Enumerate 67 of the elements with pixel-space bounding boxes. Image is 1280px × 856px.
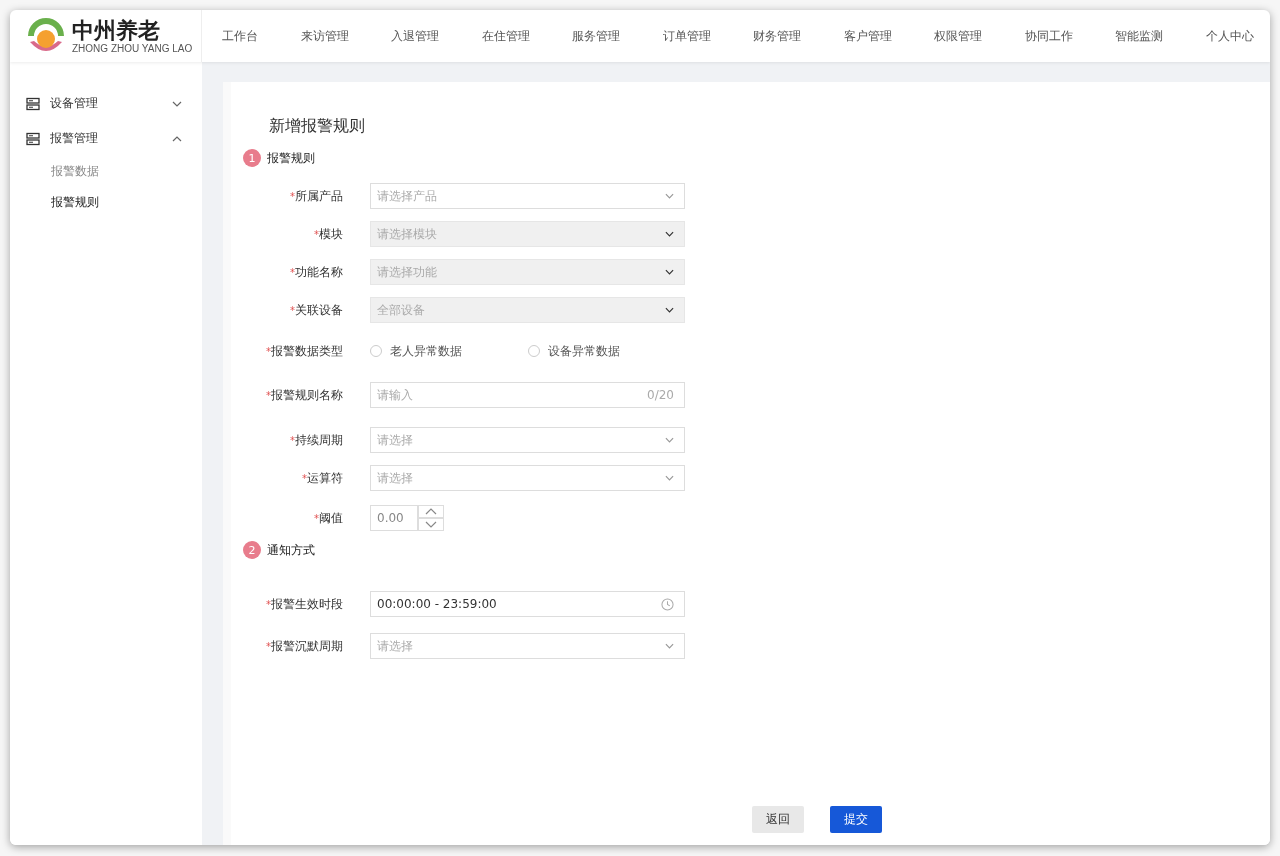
field-label: 报警沉默周期: [271, 638, 343, 653]
field-label: 报警数据类型: [271, 343, 343, 358]
section-title: 报警规则: [267, 149, 315, 167]
required-mark: *: [266, 389, 271, 401]
chevron-up-icon: [425, 508, 437, 515]
required-mark: *: [314, 228, 319, 240]
time-range-field[interactable]: 00:00:00 - 23:59:00: [370, 591, 685, 617]
step-number: 1: [243, 149, 261, 167]
nav-item[interactable]: 入退管理: [391, 27, 440, 45]
radio-option[interactable]: 老人异常数据: [370, 342, 462, 360]
nav-item[interactable]: 个人中心: [1205, 27, 1254, 45]
sidebar-group[interactable]: 设备管理: [10, 86, 202, 121]
nav-item[interactable]: 订单管理: [662, 27, 711, 45]
nav-item[interactable]: 协同工作: [1024, 27, 1073, 45]
page-title: 新增报警规则: [268, 116, 366, 137]
nav-item[interactable]: 来访管理: [300, 27, 349, 45]
required-mark: *: [290, 434, 295, 446]
required-mark: *: [302, 472, 307, 484]
required-mark: *: [266, 598, 271, 610]
chevron-down-icon: [665, 437, 674, 443]
chevron-up-icon: [172, 135, 182, 142]
field-label: 持续周期: [295, 432, 343, 447]
server-icon: [26, 131, 40, 146]
back-button[interactable]: 返回: [751, 806, 804, 833]
chevron-down-icon: [665, 193, 674, 199]
field-label: 报警规则名称: [271, 387, 343, 402]
field-label: 运算符: [307, 470, 343, 485]
field-label: 阈值: [319, 510, 343, 525]
required-mark: *: [266, 345, 271, 357]
sidebar-group[interactable]: 报警管理: [10, 121, 202, 156]
section-title: 通知方式: [267, 541, 315, 559]
field-label: 关联设备: [295, 302, 343, 317]
increment-button[interactable]: [418, 505, 444, 518]
nav-item[interactable]: 在住管理: [481, 27, 530, 45]
nav-item[interactable]: 智能监测: [1115, 27, 1164, 45]
logo-name: 中州养老: [72, 18, 161, 43]
chevron-down-icon: [665, 307, 674, 313]
chevron-down-icon: [665, 231, 674, 237]
field-label: 报警生效时段: [271, 596, 343, 611]
required-mark: *: [290, 304, 295, 316]
logo-subtitle: ZHONG ZHOU YANG LAO: [72, 42, 193, 54]
required-mark: *: [314, 512, 319, 524]
chevron-down-icon: [665, 269, 674, 275]
chevron-down-icon: [172, 100, 182, 107]
chevron-down-icon: [665, 643, 674, 649]
required-mark: *: [290, 190, 295, 202]
decrement-button[interactable]: [418, 518, 444, 531]
submit-button[interactable]: 提交: [829, 806, 882, 833]
sidebar-item[interactable]: 报警规则: [10, 187, 202, 218]
nav-item[interactable]: 工作台: [222, 27, 258, 45]
step-number: 2: [243, 541, 261, 559]
field-label: 功能名称: [295, 264, 343, 279]
number-field[interactable]: 0.00: [370, 505, 418, 531]
required-mark: *: [290, 266, 295, 278]
sidebar-item[interactable]: 报警数据: [10, 156, 202, 187]
chevron-down-icon: [665, 475, 674, 481]
server-icon: [26, 96, 40, 111]
chevron-down-icon: [425, 521, 437, 528]
radio-option[interactable]: 设备异常数据: [528, 342, 620, 360]
nav-item[interactable]: 财务管理: [753, 27, 802, 45]
nav-item[interactable]: 服务管理: [572, 27, 621, 45]
clock-icon: [661, 597, 674, 611]
nav-item[interactable]: 客户管理: [843, 27, 892, 45]
field-label: 所属产品: [295, 188, 343, 203]
nav-item[interactable]: 权限管理: [934, 27, 983, 45]
field-label: 模块: [319, 226, 343, 241]
required-mark: *: [266, 640, 271, 652]
